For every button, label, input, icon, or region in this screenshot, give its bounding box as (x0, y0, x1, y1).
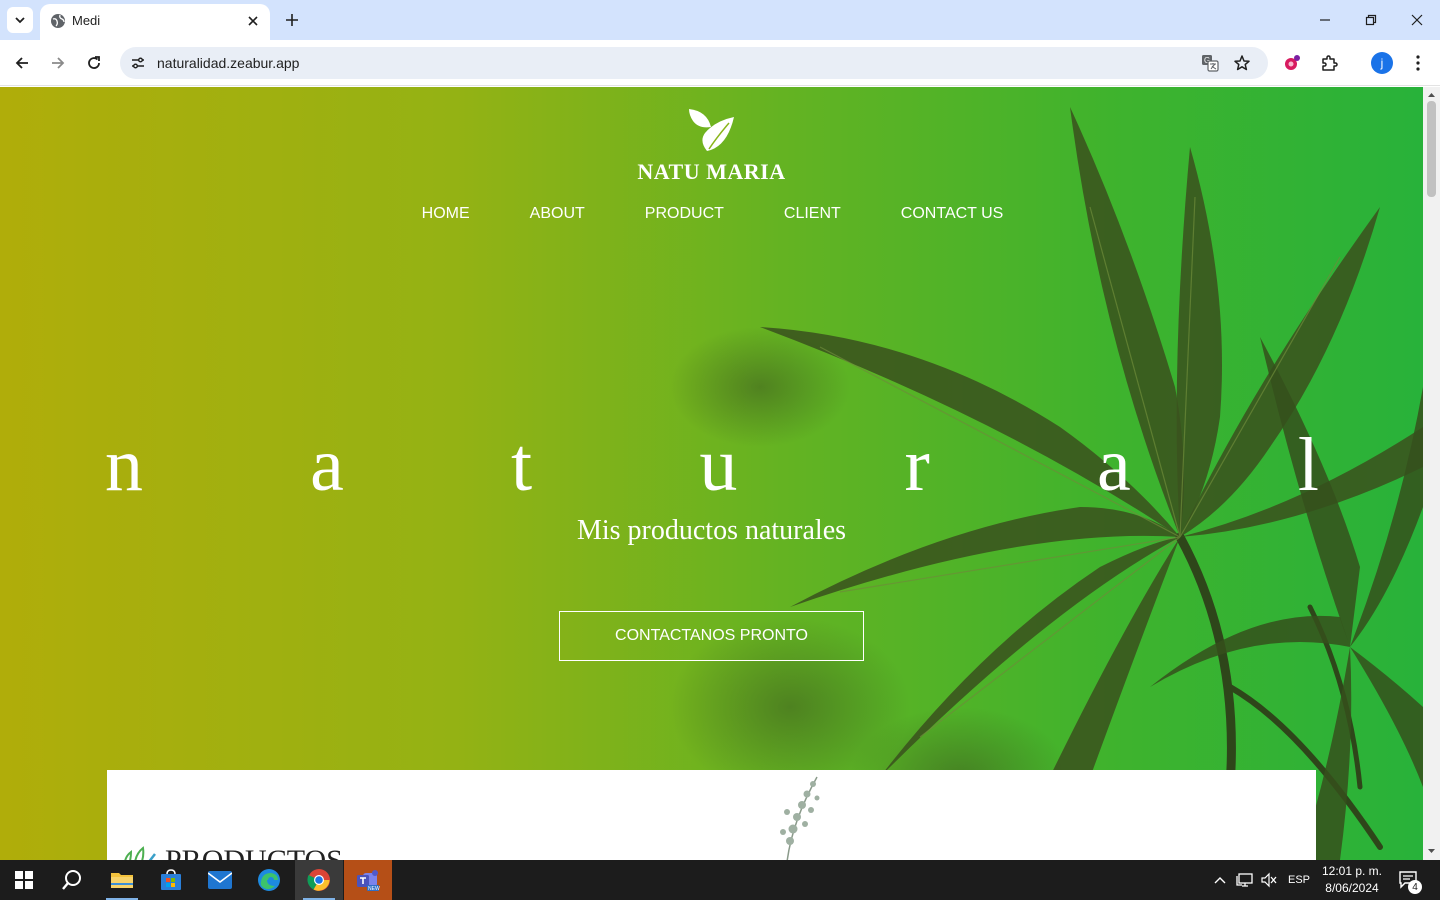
extension-button[interactable] (1278, 49, 1306, 77)
folder-icon (111, 873, 133, 888)
volume-muted-icon (1261, 872, 1277, 888)
profile-avatar[interactable]: j (1371, 52, 1393, 74)
taskbar-mail[interactable] (196, 860, 244, 900)
chevron-up-icon (1214, 877, 1226, 884)
search-button[interactable] (48, 860, 96, 900)
forward-button[interactable] (44, 49, 72, 77)
svg-text:NEW: NEW (368, 886, 380, 892)
extension-colorful-icon (1285, 55, 1300, 70)
nav-about[interactable]: ABOUT (530, 205, 585, 223)
browser-tab[interactable]: Medi (40, 4, 270, 40)
site-info-button[interactable] (128, 53, 148, 73)
star-icon (1234, 55, 1250, 71)
browser-tab-bar: Medi (0, 0, 1440, 40)
bookmark-button[interactable] (1230, 51, 1254, 75)
hero-letter: l (1297, 423, 1319, 507)
new-tab-button[interactable] (280, 8, 304, 32)
taskbar-edge[interactable] (245, 860, 293, 900)
url-text[interactable]: naturalidad.zeabur.app (157, 55, 299, 71)
back-button[interactable] (8, 49, 36, 77)
network-icon (1236, 873, 1253, 887)
hero-letter: r (904, 423, 930, 507)
puzzle-icon (1322, 55, 1338, 71)
search-icon (62, 870, 81, 890)
page-viewport: NATU MARIA HOME ABOUT PRODUCT CLIENT CON… (0, 87, 1423, 860)
close-window-button[interactable] (1405, 8, 1429, 32)
scroll-up-icon[interactable] (1427, 91, 1436, 99)
nav-product[interactable]: PRODUCT (645, 205, 724, 223)
taskbar-file-explorer[interactable] (98, 860, 146, 900)
brand-name: NATU MARIA (637, 159, 786, 184)
globe-icon (51, 14, 65, 28)
tab-close-button[interactable] (244, 12, 262, 30)
tray-overflow-button[interactable] (1210, 860, 1230, 900)
tab-title: Medi (72, 13, 101, 28)
browser-toolbar: naturalidad.zeabur.app G j (0, 40, 1440, 86)
scroll-down-icon[interactable] (1427, 847, 1436, 855)
hero-section: NATU MARIA HOME ABOUT PRODUCT CLIENT CON… (0, 87, 1423, 860)
extensions-menu-button[interactable] (1315, 49, 1343, 77)
reload-button[interactable] (80, 49, 108, 77)
plant-sprig-image (780, 776, 820, 860)
store-icon (161, 869, 181, 890)
system-clock[interactable]: 12:01 p. m. 8/06/2024 (1318, 863, 1386, 897)
hero-headline: n a t u r a l (105, 427, 1319, 503)
taskbar-chrome[interactable] (295, 860, 343, 900)
scrollbar-thumb[interactable] (1427, 101, 1436, 197)
hero-letter: u (699, 423, 738, 507)
tab-search-button[interactable] (7, 7, 33, 33)
herb-icon (124, 846, 156, 860)
clock-date: 8/06/2024 (1325, 881, 1379, 895)
clock-time: 12:01 p. m. (1321, 864, 1383, 878)
tune-icon (132, 57, 144, 69)
products-section-title: PRODUCTOS (165, 844, 343, 860)
restore-icon (1365, 14, 1377, 26)
network-status[interactable] (1234, 860, 1256, 900)
taskbar-store[interactable] (147, 860, 195, 900)
mail-icon (208, 871, 232, 889)
start-button[interactable] (0, 860, 48, 900)
minimize-button[interactable] (1313, 8, 1337, 32)
address-bar[interactable]: naturalidad.zeabur.app G (120, 47, 1268, 79)
contact-cta-button[interactable]: CONTACTANOS PRONTO (559, 611, 864, 661)
hero-letter: t (511, 423, 533, 507)
windows-taskbar: NEW ESP 12:01 p. m. 8/06/2024 4 (0, 860, 1440, 900)
nav-home[interactable]: HOME (422, 205, 470, 223)
taskbar-teams[interactable]: NEW (344, 860, 392, 900)
nav-contact-us[interactable]: CONTACT US (901, 205, 1004, 223)
hero-subtitle: Mis productos naturales (576, 515, 847, 546)
input-language[interactable]: ESP (1284, 860, 1314, 900)
arrow-right-icon (52, 57, 65, 69)
notification-center-button[interactable]: 4 (1394, 860, 1424, 900)
translate-button[interactable]: G (1198, 51, 1222, 75)
main-nav: HOME ABOUT PRODUCT CLIENT CONTACT US (0, 205, 1423, 223)
translate-icon: G (1202, 55, 1219, 72)
products-section-card: PRODUCTOS (107, 770, 1316, 860)
close-icon (1411, 14, 1423, 26)
plus-icon (286, 14, 298, 26)
volume-status[interactable] (1258, 860, 1280, 900)
edge-icon (258, 869, 280, 891)
hero-letter: a (310, 423, 344, 507)
reload-icon (88, 56, 100, 69)
page-scrollbar[interactable] (1423, 87, 1440, 860)
restore-button[interactable] (1359, 8, 1383, 32)
more-vertical-icon (1416, 55, 1420, 71)
chevron-down-icon (15, 17, 25, 24)
close-icon (248, 16, 258, 26)
teams-icon: NEW (357, 870, 380, 892)
browser-menu-button[interactable] (1404, 49, 1432, 77)
windows-icon (15, 871, 33, 889)
brand-leaf-icon (689, 109, 734, 151)
nav-client[interactable]: CLIENT (784, 205, 841, 223)
notification-count: 4 (1408, 880, 1422, 894)
arrow-left-icon (15, 57, 28, 69)
hero-letter: n (105, 423, 143, 507)
minimize-icon (1320, 19, 1330, 21)
hero-letter: a (1096, 423, 1131, 507)
chrome-icon (307, 869, 330, 891)
